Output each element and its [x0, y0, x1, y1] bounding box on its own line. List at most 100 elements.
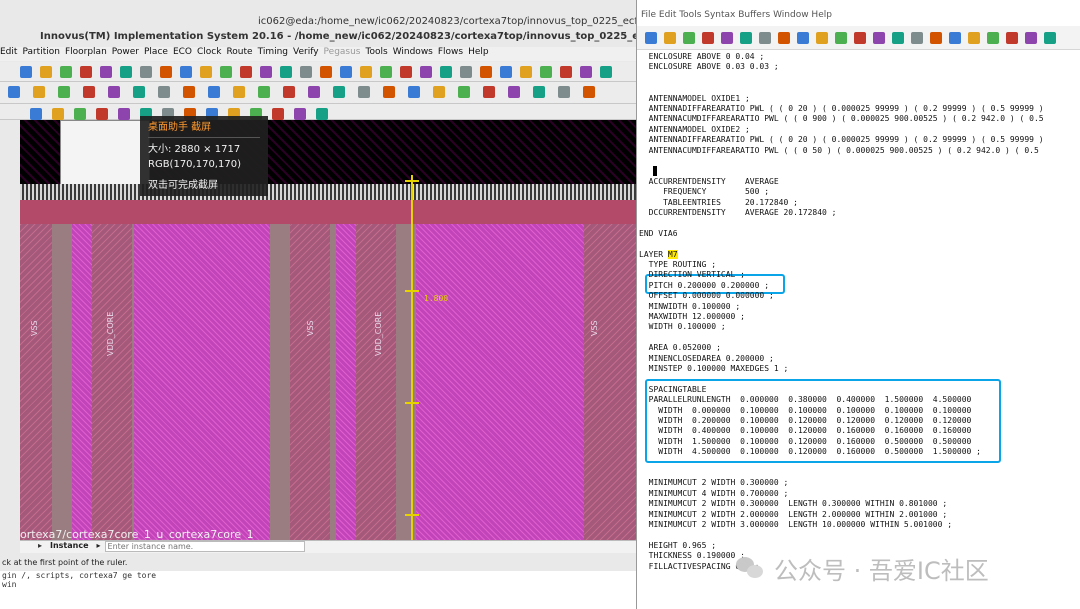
toolbar-tool-icon[interactable] — [20, 66, 32, 78]
instance-input[interactable] — [104, 541, 305, 552]
console[interactable]: gin /, scripts, cortexa7 ge tore win — [0, 571, 636, 609]
toolbar-tool-icon[interactable] — [8, 86, 20, 98]
toolbar-tool-icon[interactable] — [460, 66, 472, 78]
dropdown-arrow-icon[interactable]: ▸ — [38, 541, 44, 550]
toolbar-tool-icon[interactable] — [140, 66, 152, 78]
toolbar-tool-icon[interactable] — [508, 86, 520, 98]
toolbar-tool-icon[interactable] — [892, 32, 904, 44]
menu-edit[interactable]: Edit — [0, 47, 17, 57]
toolbar-tool-icon[interactable] — [480, 66, 492, 78]
toolbar-tool-icon[interactable] — [294, 108, 306, 120]
toolbar-tool-icon[interactable] — [835, 32, 847, 44]
toolbar-tool-icon[interactable] — [240, 66, 252, 78]
menu-clock[interactable]: Clock — [197, 47, 221, 57]
toolbar-tool-icon[interactable] — [200, 66, 212, 78]
editor-menubar[interactable]: File Edit Tools Syntax Buffers Window He… — [641, 10, 832, 20]
menu-pegasus[interactable]: Pegasus — [324, 47, 361, 57]
menu-timing[interactable]: Timing — [258, 47, 288, 57]
toolbar-tool-icon[interactable] — [283, 86, 295, 98]
toolbar-tool-icon[interactable] — [408, 86, 420, 98]
toolbar-tool-icon[interactable] — [558, 86, 570, 98]
toolbar-tool-icon[interactable] — [873, 32, 885, 44]
menu-place[interactable]: Place — [144, 47, 168, 57]
toolbar-tool-icon[interactable] — [740, 32, 752, 44]
toolbar-tool-icon[interactable] — [183, 86, 195, 98]
toolbar-tool-icon[interactable] — [340, 66, 352, 78]
menu-windows[interactable]: Windows — [393, 47, 433, 57]
toolbar-tool-icon[interactable] — [260, 66, 272, 78]
toolbar-tool-icon[interactable] — [118, 108, 130, 120]
toolbar-tool-icon[interactable] — [74, 108, 86, 120]
toolbar-tool-icon[interactable] — [560, 66, 572, 78]
toolbar-tool-icon[interactable] — [220, 66, 232, 78]
toolbar-tool-icon[interactable] — [258, 86, 270, 98]
toolbar-tool-icon[interactable] — [440, 66, 452, 78]
toolbar-tool-icon[interactable] — [272, 108, 284, 120]
instance-selector[interactable]: Instance — [50, 541, 89, 550]
toolbar-tool-icon[interactable] — [968, 32, 980, 44]
toolbar-tool-icon[interactable] — [360, 66, 372, 78]
toolbar-tool-icon[interactable] — [120, 66, 132, 78]
toolbar-tool-icon[interactable] — [60, 66, 72, 78]
toolbar-tool-icon[interactable] — [664, 32, 676, 44]
toolbar-tool-icon[interactable] — [500, 66, 512, 78]
toolbar-tool-icon[interactable] — [778, 32, 790, 44]
toolbar-tool-icon[interactable] — [458, 86, 470, 98]
toolbar-tool-icon[interactable] — [580, 66, 592, 78]
toolbar-tool-icon[interactable] — [533, 86, 545, 98]
toolbar-tool-icon[interactable] — [721, 32, 733, 44]
toolbar-tool-icon[interactable] — [854, 32, 866, 44]
toolbar-tool-icon[interactable] — [433, 86, 445, 98]
toolbar-tool-icon[interactable] — [40, 66, 52, 78]
toolbar-tool-icon[interactable] — [540, 66, 552, 78]
toolbar-tool-icon[interactable] — [133, 86, 145, 98]
toolbar-tool-icon[interactable] — [308, 86, 320, 98]
ruler-line[interactable] — [411, 175, 413, 540]
toolbar-tool-icon[interactable] — [797, 32, 809, 44]
menu-tools[interactable]: Tools — [366, 47, 388, 57]
toolbar-tool-icon[interactable] — [702, 32, 714, 44]
menu-power[interactable]: Power — [112, 47, 139, 57]
toolbar-tool-icon[interactable] — [30, 108, 42, 120]
menu-partition[interactable]: Partition — [22, 47, 60, 57]
toolbar-tool-icon[interactable] — [83, 86, 95, 98]
toolbar-tool-icon[interactable] — [1025, 32, 1037, 44]
toolbar-tool-icon[interactable] — [100, 66, 112, 78]
toolbar-tool-icon[interactable] — [52, 108, 64, 120]
toolbar-tool-icon[interactable] — [158, 86, 170, 98]
toolbar-tool-icon[interactable] — [316, 108, 328, 120]
toolbar-tool-icon[interactable] — [1006, 32, 1018, 44]
toolbar-tool-icon[interactable] — [80, 66, 92, 78]
toolbar-tool-icon[interactable] — [160, 66, 172, 78]
toolbar-tool-icon[interactable] — [911, 32, 923, 44]
toolbar-tool-icon[interactable] — [683, 32, 695, 44]
toolbar-tool-icon[interactable] — [333, 86, 345, 98]
toolbar-tool-icon[interactable] — [180, 66, 192, 78]
toolbar-tool-icon[interactable] — [108, 86, 120, 98]
toolbar-tool-icon[interactable] — [358, 86, 370, 98]
toolbar-tool-icon[interactable] — [520, 66, 532, 78]
toolbar-tool-icon[interactable] — [483, 86, 495, 98]
toolbar-tool-icon[interactable] — [583, 86, 595, 98]
code-area[interactable]: ENCLOSURE ABOVE 0 0.04 ; ENCLOSURE ABOVE… — [637, 50, 1080, 609]
toolbar-tool-icon[interactable] — [420, 66, 432, 78]
toolbar-tool-icon[interactable] — [233, 86, 245, 98]
toolbar-tool-icon[interactable] — [380, 66, 392, 78]
menu-flows[interactable]: Flows — [438, 47, 463, 57]
toolbar-tool-icon[interactable] — [33, 86, 45, 98]
toolbar-tool-icon[interactable] — [759, 32, 771, 44]
toolbar-tool-icon[interactable] — [600, 66, 612, 78]
menu-verify[interactable]: Verify — [293, 47, 319, 57]
menu-help[interactable]: Help — [468, 47, 489, 57]
menu-eco[interactable]: ECO — [173, 47, 192, 57]
toolbar-tool-icon[interactable] — [1044, 32, 1056, 44]
toolbar-tool-icon[interactable] — [300, 66, 312, 78]
menu-route[interactable]: Route — [226, 47, 252, 57]
toolbar-tool-icon[interactable] — [208, 86, 220, 98]
toolbar-tool-icon[interactable] — [400, 66, 412, 78]
toolbar-tool-icon[interactable] — [645, 32, 657, 44]
toolbar-tool-icon[interactable] — [816, 32, 828, 44]
toolbar-tool-icon[interactable] — [383, 86, 395, 98]
toolbar-tool-icon[interactable] — [949, 32, 961, 44]
toolbar-tool-icon[interactable] — [320, 66, 332, 78]
